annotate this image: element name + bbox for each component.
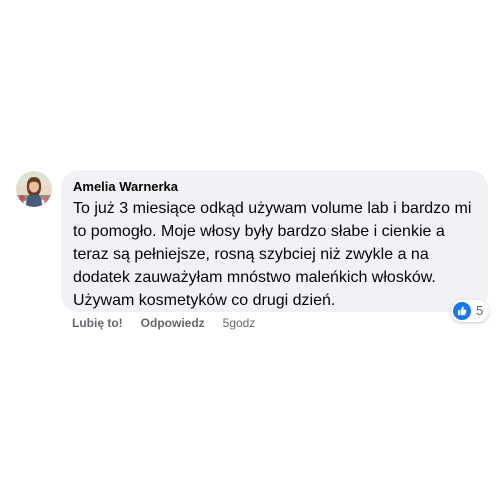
comment-text-line: To już 3 miesiące odkąd używam volume la… [73, 200, 472, 217]
comment-text: To już 3 miesiące odkąd używam volume la… [73, 197, 476, 312]
reaction-summary[interactable]: 5 [451, 300, 490, 322]
reply-button[interactable]: Odpowiedz [141, 315, 205, 331]
timestamp[interactable]: 5godz [223, 315, 256, 331]
comment-text-line: teraz są pełniejsze, rosną szybciej niż … [73, 246, 429, 263]
comment-text-line: to pomogło. Moje włosy były bardzo słabe… [73, 223, 445, 240]
comment-text-line: Używam kosmetyków co drugi dzień. [73, 292, 336, 309]
avatar-photo-icon [16, 171, 52, 207]
like-button[interactable]: Lubię to! [72, 315, 123, 331]
comment-bubble: Amelia Warnerka To już 3 miesiące odkąd … [61, 170, 488, 312]
reaction-count: 5 [476, 303, 484, 318]
avatar[interactable] [16, 171, 52, 207]
comment-actions: Lubię to! Odpowiedz 5godz [72, 315, 255, 331]
comment-screen: Amelia Warnerka To już 3 miesiące odkąd … [0, 0, 500, 500]
like-icon [453, 302, 471, 320]
comment-text-line: dodatek zauważyłam mnóstwo maleńkich wło… [73, 269, 436, 286]
author-name[interactable]: Amelia Warnerka [73, 179, 476, 195]
